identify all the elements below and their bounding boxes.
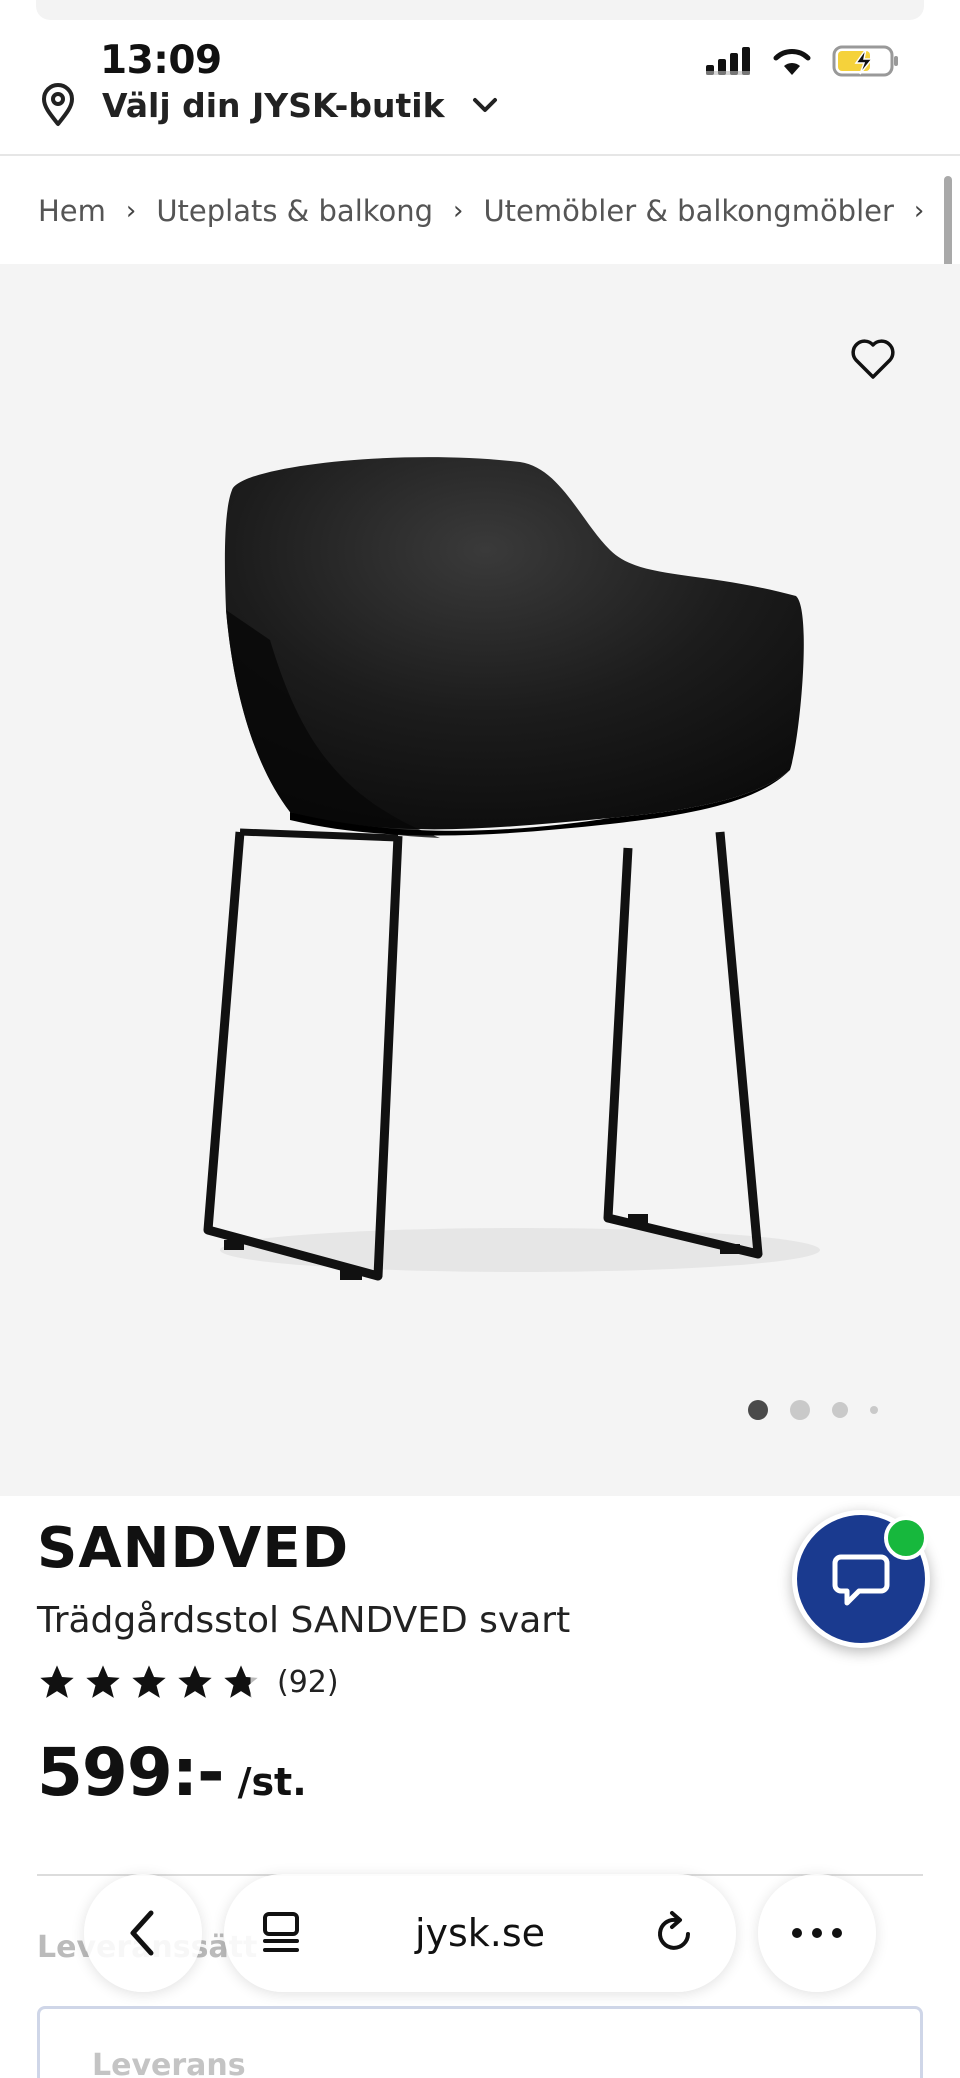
breadcrumb-item-hem[interactable]: Hem: [38, 194, 106, 228]
chevron-left-icon: [130, 1910, 154, 1956]
breadcrumb-separator: ›: [913, 196, 925, 226]
browser-more-button[interactable]: [758, 1874, 876, 1992]
tab-overview-icon[interactable]: [258, 1910, 304, 1956]
gallery-dot[interactable]: [832, 1402, 848, 1418]
price-value: 599:-: [37, 1734, 225, 1811]
top-strip: [36, 0, 924, 20]
location-pin-icon: [42, 83, 74, 126]
status-icons: [704, 44, 900, 78]
wifi-icon: [773, 49, 811, 75]
breadcrumb-item-uteplats[interactable]: Uteplats & balkong: [156, 194, 433, 228]
reload-icon[interactable]: [652, 1910, 698, 1956]
browser-address-bar[interactable]: jysk.se: [224, 1874, 736, 1992]
top-divider: [0, 154, 960, 156]
gallery-dot-active[interactable]: [748, 1400, 768, 1420]
gallery-dots: [748, 1400, 878, 1420]
browser-back-button[interactable]: [84, 1874, 202, 1992]
product-price: 599:- /st.: [37, 1734, 307, 1811]
star-icon: [86, 1665, 120, 1698]
chat-bubble-icon: [832, 1554, 890, 1606]
breadcrumb: Hem › Uteplats & balkong › Utemöbler & b…: [38, 186, 938, 236]
breadcrumb-separator: ›: [453, 196, 464, 226]
product-rating[interactable]: (92): [37, 1662, 339, 1702]
top-bar: 13:09 Välj din JYSK-butik: [0, 0, 960, 156]
star-half-icon: [224, 1665, 258, 1698]
battery-charging-icon: [832, 45, 898, 77]
favorite-heart-icon[interactable]: [848, 334, 898, 384]
store-selector-label: Välj din JYSK-butik: [102, 85, 445, 125]
star-icon: [40, 1665, 74, 1698]
product-description: Trädgårdsstol SANDVED svart: [37, 1600, 571, 1641]
cellular-signal-icon: [706, 47, 750, 75]
gallery-dot[interactable]: [870, 1406, 878, 1414]
price-unit: /st.: [237, 1760, 307, 1804]
more-dots-icon: [792, 1928, 842, 1938]
star-icon: [178, 1665, 212, 1698]
status-time: 13:09: [100, 38, 222, 83]
chat-online-indicator: [884, 1516, 928, 1560]
breadcrumb-separator: ›: [125, 196, 137, 226]
rating-count: (92): [277, 1664, 339, 1700]
star-icon: [132, 1665, 166, 1698]
product-image-chair: [203, 457, 820, 1281]
delivery-option-label: Leverans: [92, 2048, 246, 2078]
breadcrumb-item-utemobler[interactable]: Utemöbler & balkongmöbler: [483, 194, 893, 228]
product-name: SANDVED: [37, 1516, 350, 1581]
chevron-down-icon: [472, 98, 497, 112]
gallery-dot[interactable]: [790, 1400, 810, 1420]
store-selector[interactable]: Välj din JYSK-butik: [40, 80, 499, 130]
